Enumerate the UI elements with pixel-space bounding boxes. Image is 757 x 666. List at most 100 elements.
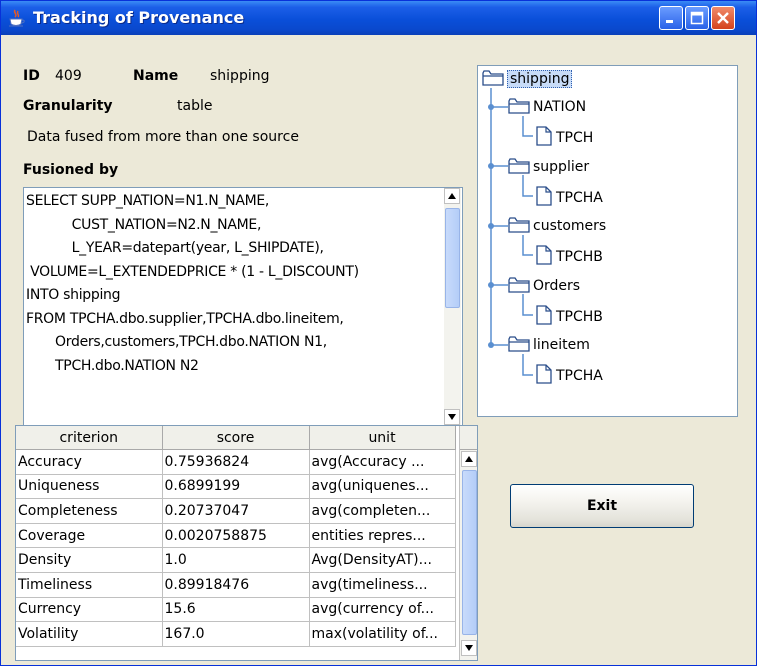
maximize-button[interactable] [685,6,709,30]
sql-scroll-down-button[interactable] [444,409,460,425]
tree-node-leaf[interactable]: TPCHB [536,305,603,325]
tree-node-folder[interactable]: Orders [508,277,580,294]
file-icon [536,185,556,206]
fused-note: Data fused from more than one source [27,129,299,145]
table-cell[interactable]: Currency [16,597,163,623]
table-row[interactable]: Coverage 0.0020758875 entities repres... [16,523,456,549]
criteria-table-scrollpane[interactable]: criterion score unit Accuracy 0.75936824 avg… [15,425,478,661]
sql-vertical-scrollbar[interactable] [444,188,461,425]
table-cell[interactable]: 167.0 [162,621,310,647]
exit-button[interactable]: Exit [510,484,694,528]
java-cup-icon [9,9,25,27]
tree-node-label: supplier [533,158,590,175]
tree-node-label: TPCHA [556,368,603,385]
table-row[interactable]: Timeliness 0.89918476 avg(timeliness... [16,572,456,598]
table-cell[interactable]: avg(currency of... [309,597,456,623]
name-label: Name [133,68,179,84]
folder-icon [508,217,533,234]
minimize-button[interactable] [659,6,683,30]
folder-icon [482,70,507,87]
table-scroll-up-button[interactable] [461,451,477,467]
sql-vscroll-thumb[interactable] [445,208,460,308]
criteria-table[interactable]: criterion score unit Accuracy 0.75936824 avg… [16,426,456,647]
sql-text[interactable]: SELECT SUPP_NATION=N1.N_NAME, CUST_NATIO… [26,190,434,422]
tree-node-label: customers [533,218,607,235]
column-header[interactable]: criterion [16,426,163,450]
file-icon [536,245,556,265]
table-header-corner [460,426,477,450]
table-cell[interactable]: max(volatility of... [309,621,456,647]
tree-node-folder[interactable]: NATION [508,98,586,115]
tree-node-root[interactable]: shipping [482,70,573,88]
table-cell[interactable]: Timeliness [16,572,163,598]
table-cell[interactable]: Completeness [16,498,163,524]
table-cell[interactable]: Density [16,547,163,573]
tree-node-label: lineitem [533,337,590,354]
table-cell[interactable]: entities repres... [309,523,456,549]
sql-line: TPCH.dbo.NATION N2 [26,357,199,374]
table-row[interactable]: Completeness 0.20737047 avg(completen... [16,498,456,524]
column-header[interactable]: score [162,426,310,450]
table-cell[interactable]: Volatility [16,621,163,647]
granularity-value: table [177,98,213,114]
table-cell[interactable]: avg(timeliness... [309,572,456,598]
folder-icon [508,157,533,175]
table-vscroll-thumb[interactable] [462,470,477,635]
tree-node-label: shipping [507,70,573,88]
table-cell[interactable]: Coverage [16,523,163,549]
table-cell[interactable]: 1.0 [162,547,310,573]
table-cell[interactable]: Uniqueness [16,474,163,500]
table-cell[interactable]: 0.89918476 [162,572,310,598]
provenance-window: Tracking of Provenance ID 409 Name shipp… [0,0,757,666]
sql-line: L_YEAR=datepart(year, L_SHIPDATE), [26,240,324,256]
close-icon [717,12,729,24]
sql-line: INTO shipping [26,287,121,303]
tree-lines [488,88,533,376]
sql-line: VOLUME=L_EXTENDEDPRICE * (1 - L_DISCOUNT… [26,263,359,280]
table-row[interactable]: Currency 15.6 avg(currency of... [16,597,456,623]
name-value: shipping [210,68,270,84]
sql-textarea[interactable]: SELECT SUPP_NATION=N1.N_NAME, CUST_NATIO… [23,187,463,442]
source-tree[interactable]: shipping NATION TPCH supplier TPCHA customers… [477,65,738,417]
sql-line: Orders,customers,TPCH.dbo.NATION N1, [26,334,327,350]
tree-node-label: TPCHB [556,308,603,325]
table-cell[interactable]: avg(Accuracy ... [309,449,456,475]
table-cell[interactable]: Accuracy [16,449,163,475]
content-pane: ID 409 Name shipping Granularity table D… [5,35,754,663]
table-cell[interactable]: 0.6899199 [162,474,310,500]
table-row[interactable]: Density 1.0 Avg(DensityAT)... [16,547,456,573]
window-title: Tracking of Provenance [33,8,245,27]
table-row[interactable]: Accuracy 0.75936824 avg(Accuracy ... [16,449,456,475]
table-cell[interactable]: Avg(DensityAT)... [309,547,456,573]
tree-node-leaf[interactable]: TPCH [536,126,593,146]
fusioned-by-label: Fusioned by [23,162,119,178]
minimize-icon [666,20,673,23]
tree-node-folder[interactable]: customers [508,217,606,234]
column-header[interactable]: unit [309,426,456,450]
tree-node-folder[interactable]: supplier [508,157,590,175]
title-bar[interactable]: Tracking of Provenance [1,1,756,35]
sql-line: FROM TPCHA.dbo.supplier,TPCHA.dbo.lineit… [26,310,344,327]
table-cell[interactable]: avg(uniquenes... [309,474,456,500]
table-row[interactable]: Volatility 167.0 max(volatility of... [16,621,456,647]
tree-node-leaf[interactable]: TPCHA [536,185,603,206]
tree-node-folder[interactable]: lineitem [508,336,590,353]
table-cell[interactable]: 0.0020758875 [162,523,310,549]
close-button[interactable] [711,6,735,30]
table-cell[interactable]: 0.75936824 [162,449,310,475]
sql-line: SELECT SUPP_NATION=N1.N_NAME, [26,193,270,209]
arrow-down-icon [465,645,473,651]
tree-node-leaf[interactable]: TPCHB [536,245,603,265]
id-value: 409 [55,68,82,84]
tree-node-leaf[interactable]: TPCHA [536,364,603,384]
arrow-down-icon [448,414,456,420]
arrow-up-icon [448,193,456,199]
table-row[interactable]: Uniqueness 0.6899199 avg(uniquenes... [16,474,456,500]
table-cell[interactable]: avg(completen... [309,498,456,524]
table-cell[interactable]: 15.6 [162,597,310,623]
table-scroll-down-button[interactable] [461,640,477,656]
maximize-icon [690,11,704,25]
table-cell[interactable]: 0.20737047 [162,498,310,524]
table-vertical-scrollbar[interactable] [459,426,477,660]
sql-scroll-up-button[interactable] [444,188,460,204]
